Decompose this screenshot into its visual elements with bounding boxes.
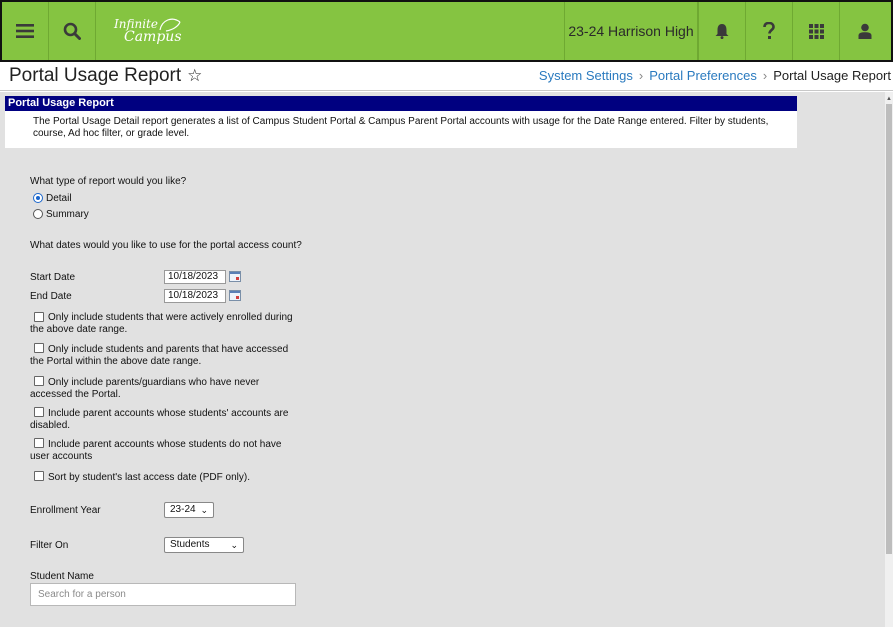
favorite-star-icon[interactable]: ☆	[187, 66, 202, 86]
hamburger-menu-icon	[16, 24, 34, 38]
detail-radio[interactable]	[33, 193, 43, 203]
logo-swoosh-icon	[159, 18, 181, 32]
search-button[interactable]	[49, 2, 96, 60]
page-header: Portal Usage Report ☆ System Settings › Po…	[0, 62, 893, 91]
end-date-input[interactable]: 10/18/2023	[164, 289, 226, 303]
school-selector[interactable]: 23-24 Harrison High	[564, 2, 698, 60]
no-user-accounts-label: Include parent accounts whose students d…	[30, 439, 282, 462]
summary-radio[interactable]	[33, 209, 43, 219]
filter-on-label: Filter On	[30, 540, 69, 551]
page-title: Portal Usage Report	[9, 65, 182, 86]
menu-button[interactable]	[2, 2, 49, 60]
chevron-down-icon: ⌄	[230, 540, 238, 550]
user-account-button[interactable]	[839, 2, 889, 60]
top-bar: Infinite Campus 23-24 Harrison High	[0, 0, 893, 62]
scrollbar-thumb[interactable]	[886, 104, 892, 554]
student-search-input[interactable]: Search for a person	[30, 583, 296, 606]
bell-icon	[715, 24, 729, 39]
chevron-right-icon: ›	[762, 68, 768, 83]
disabled-accounts-label: Include parent accounts whose students' …	[30, 408, 289, 431]
accessed-portal-label: Only include students and parents that h…	[30, 344, 289, 367]
enrollment-year-select[interactable]: 23-24 ⌄	[164, 502, 214, 518]
calendar-icon[interactable]	[229, 290, 241, 301]
breadcrumb-portal-preferences[interactable]: Portal Preferences	[649, 68, 757, 83]
filter-on-value: Students	[170, 539, 210, 550]
report-type-question: What type of report would you like?	[30, 176, 187, 187]
student-name-label: Student Name	[30, 571, 94, 582]
search-icon	[63, 22, 81, 40]
breadcrumb-system-settings[interactable]: System Settings	[539, 68, 633, 83]
start-date-input[interactable]: 10/18/2023	[164, 270, 226, 284]
sort-last-access-label: Sort by student's last access date (PDF …	[48, 472, 250, 483]
detail-label: Detail	[46, 193, 72, 204]
scroll-up-arrow-icon[interactable]: ▲	[886, 96, 892, 102]
breadcrumb: System Settings › Portal Preferences › Porta…	[539, 68, 891, 83]
notifications-button[interactable]	[698, 2, 745, 60]
help-question-icon	[763, 22, 775, 39]
report-form-area: Portal Usage Report The Portal Usage Det…	[0, 92, 885, 627]
filter-on-select[interactable]: Students ⌄	[164, 537, 244, 553]
help-button[interactable]	[745, 2, 792, 60]
chevron-right-icon: ›	[638, 68, 644, 83]
never-accessed-label: Only include parents/guardians who have …	[30, 377, 260, 400]
panel-title: Portal Usage Report	[5, 96, 797, 111]
actively-enrolled-label: Only include students that were actively…	[30, 312, 293, 335]
panel-description: The Portal Usage Detail report generates…	[5, 111, 797, 148]
start-date-label: Start Date	[30, 272, 76, 283]
dates-question: What dates would you like to use for the…	[30, 240, 302, 251]
infinite-campus-logo[interactable]: Infinite Campus	[114, 18, 182, 45]
app-grid-icon	[808, 23, 824, 39]
chevron-down-icon: ⌄	[200, 505, 208, 515]
end-date-label: End Date	[30, 291, 72, 302]
user-icon	[858, 23, 871, 39]
enrollment-year-label: Enrollment Year	[30, 505, 101, 516]
summary-label: Summary	[46, 209, 89, 220]
calendar-icon[interactable]	[229, 271, 241, 282]
apps-button[interactable]	[792, 2, 839, 60]
enrollment-year-value: 23-24	[170, 504, 196, 515]
breadcrumb-current: Portal Usage Report	[773, 68, 891, 83]
